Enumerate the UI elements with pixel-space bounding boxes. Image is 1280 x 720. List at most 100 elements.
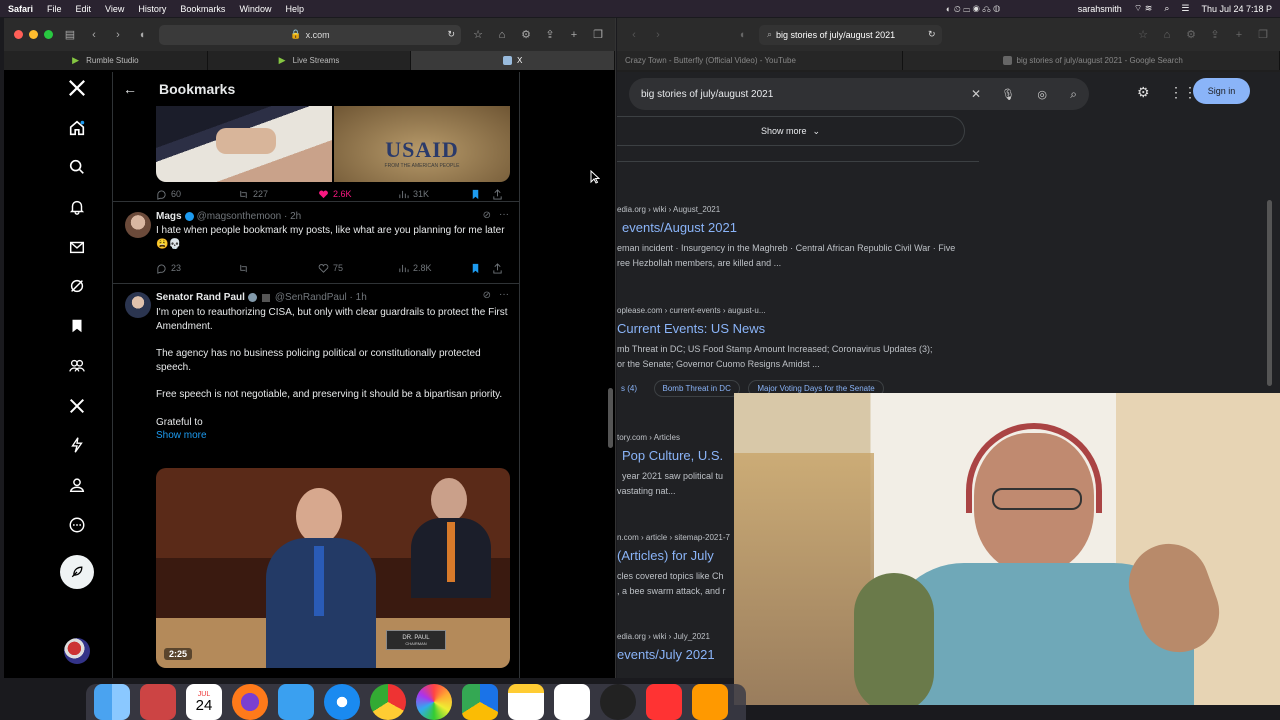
address-bar[interactable]: ⌕ big stories of july/august 2021 ↻ [759, 24, 942, 45]
pages-icon[interactable] [692, 684, 728, 720]
sign-in-button[interactable]: Sign in [1193, 78, 1250, 104]
search-result-3[interactable]: tory.com › Articles Pop Culture, U.S. ye… [617, 433, 732, 499]
show-more-button[interactable]: Show more ⌄ [617, 116, 965, 146]
views-button[interactable]: 2.8K [398, 263, 470, 274]
search-result-2[interactable]: oplease.com › current-events › august-u.… [617, 306, 982, 397]
tweet-video[interactable]: DR. PAUL CHAIRMAN 2:25 [156, 468, 510, 668]
chrome-icon[interactable] [370, 684, 406, 720]
freeform-icon[interactable] [554, 684, 590, 720]
search-submit-icon[interactable]: ⌕ [1070, 87, 1077, 102]
reply-button[interactable]: 23 [156, 263, 238, 274]
minimize-button[interactable] [29, 30, 38, 39]
chip[interactable]: s (4) [617, 381, 645, 396]
repost-button[interactable]: 227 [238, 189, 318, 200]
signing-photo[interactable] [156, 106, 332, 182]
share-button[interactable] [492, 188, 503, 200]
menu-item-history[interactable]: History [138, 4, 166, 14]
bookmark-button[interactable] [470, 263, 492, 274]
notes-icon[interactable] [508, 684, 544, 720]
profile-icon[interactable] [67, 475, 87, 495]
tweet-rand-paul[interactable]: Senator Rand Paul @SenRandPaul · 1h I'm … [113, 284, 519, 678]
messages-mail-icon[interactable] [67, 237, 87, 257]
google-search-box[interactable]: big stories of july/august 2021 ✕ 🎙 ◎ ⌕ [629, 78, 1089, 110]
star-icon[interactable]: ☆ [1136, 29, 1150, 41]
reload-icon[interactable]: ↻ [447, 29, 455, 40]
search-icon[interactable]: ⌕ [1164, 3, 1169, 14]
menu-item-window[interactable]: Window [239, 4, 271, 14]
tab-youtube[interactable]: Crazy Town - Butterfly (Official Video) … [617, 51, 903, 70]
menu-item-edit[interactable]: Edit [76, 4, 92, 14]
x-logo-icon[interactable] [67, 78, 87, 98]
search-result-5[interactable]: edia.org › wiki › July_2021 events/July … [617, 632, 732, 662]
back-icon[interactable]: ‹ [627, 29, 641, 41]
search-input[interactable]: big stories of july/august 2021 [641, 89, 773, 100]
menu-item-help[interactable]: Help [285, 4, 304, 14]
shield-icon[interactable]: ◖ [135, 29, 149, 41]
grok-icon[interactable] [67, 276, 87, 296]
tab-x[interactable]: X [411, 51, 616, 70]
gear-icon[interactable]: ⚙ [1184, 29, 1198, 41]
chip[interactable]: Bomb Threat in DC [653, 380, 740, 397]
control-center-icon[interactable]: ☰ [1181, 3, 1189, 14]
back-icon[interactable]: ‹ [87, 29, 101, 41]
tabs-icon[interactable]: ❐ [1256, 29, 1270, 41]
menu-item-file[interactable]: File [47, 4, 62, 14]
author-handle[interactable]: @SenRandPaul · 1h [275, 292, 367, 303]
star-icon[interactable]: ☆ [471, 29, 485, 41]
views-button[interactable]: 31K [398, 189, 470, 200]
more-dots-icon[interactable]: ··· [499, 209, 509, 220]
tab-live-streams[interactable]: ▶ Live Streams [208, 51, 412, 70]
menu-item-safari[interactable]: Safari [8, 4, 33, 14]
voice-search-icon[interactable]: 🎙 [1001, 88, 1015, 101]
verified-orgs-bolt-icon[interactable] [67, 435, 87, 455]
author-name[interactable]: Senator Rand Paul [156, 292, 245, 303]
avatar[interactable] [125, 212, 151, 238]
google-drive-icon[interactable] [462, 684, 498, 720]
account-avatar[interactable] [64, 638, 90, 664]
author-handle[interactable]: @magsonthemoon · 2h [197, 211, 302, 222]
forward-icon[interactable]: › [111, 29, 125, 41]
tab-google-search[interactable]: big stories of july/august 2021 - Google… [903, 51, 1280, 70]
more-dots-icon[interactable]: ··· [499, 289, 509, 300]
shield-icon[interactable]: ◖ [735, 29, 749, 41]
home-icon[interactable]: ⌂ [495, 29, 509, 41]
repost-button[interactable] [238, 263, 318, 274]
result-title[interactable]: Current Events: US News [617, 321, 982, 336]
sidebar-icon[interactable]: ▤ [63, 29, 77, 41]
photos-icon[interactable] [416, 684, 452, 720]
finder-icon[interactable] [94, 684, 130, 720]
x-scrollbar[interactable] [608, 388, 613, 448]
usaid-sack-photo[interactable]: USAID FROM THE AMERICAN PEOPLE [334, 106, 510, 182]
home-icon[interactable]: ⌂ [1160, 29, 1174, 41]
news-icon[interactable] [646, 684, 682, 720]
premium-x-icon[interactable] [67, 396, 87, 416]
show-more-link[interactable]: Show more [156, 429, 509, 443]
gear-icon[interactable]: ⚙ [519, 29, 533, 41]
post-button[interactable] [60, 555, 94, 589]
search-result-1[interactable]: edia.org › wiki › August_2021 events/Aug… [617, 205, 982, 271]
reply-button[interactable]: 60 [156, 189, 238, 200]
grok-tweet-icon[interactable]: ⊘ [483, 210, 491, 221]
home-icon[interactable] [67, 118, 87, 138]
share-icon[interactable]: ⇪ [1208, 29, 1222, 41]
result-title[interactable]: events/July 2021 [617, 647, 732, 662]
safari-icon[interactable] [324, 684, 360, 720]
tweet-mags[interactable]: Mags @magsonthemoon · 2h I hate when peo… [113, 202, 519, 284]
result-title[interactable]: (Articles) for July [617, 548, 732, 563]
menu-item-view[interactable]: View [105, 4, 124, 14]
right-scrollbar[interactable] [1267, 200, 1272, 386]
search-result-4[interactable]: n.com › article › sitemap-2021-7 (Articl… [617, 533, 732, 599]
reload-icon[interactable]: ↻ [928, 29, 936, 40]
like-button[interactable]: 2.6K [318, 189, 398, 200]
lens-icon[interactable]: ◎ [1037, 88, 1047, 101]
tabs-icon[interactable]: ❐ [591, 29, 605, 41]
grok-tweet-icon[interactable]: ⊘ [483, 290, 491, 301]
launchpad-icon[interactable] [140, 684, 176, 720]
wifi-icon[interactable]: ⌔ ≋ [1134, 3, 1153, 14]
menu-item-bookmarks[interactable]: Bookmarks [180, 4, 225, 14]
bookmarks-icon[interactable] [67, 316, 87, 336]
firefox-icon[interactable] [232, 684, 268, 720]
share-button[interactable] [492, 262, 503, 274]
tab-rumble-studio[interactable]: ▶ Rumble Studio [4, 51, 208, 70]
bookmark-button[interactable] [470, 189, 492, 200]
